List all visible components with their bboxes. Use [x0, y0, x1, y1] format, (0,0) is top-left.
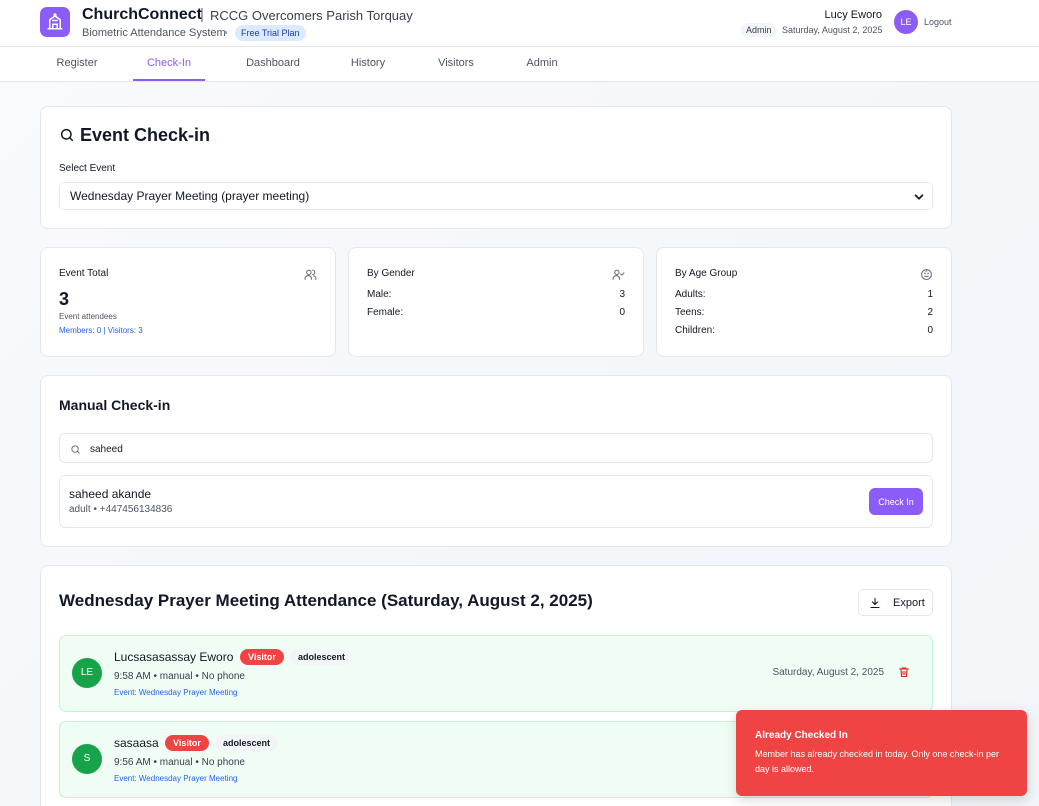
member-search	[59, 433, 933, 463]
attendee-meta: 9:56 AM • manual • No phone	[114, 757, 245, 768]
female-label: Female:	[367, 307, 404, 318]
tab-check-in[interactable]: Check-In	[133, 47, 205, 81]
member-search-input[interactable]	[90, 441, 890, 457]
export-button[interactable]: Export	[858, 589, 933, 616]
age-badge: adolescent	[290, 649, 354, 665]
app-subtitle: Biometric Attendance System	[82, 27, 226, 39]
attendance-title: Wednesday Prayer Meeting Attendance (Sat…	[59, 591, 593, 610]
tab-admin[interactable]: Admin	[515, 47, 569, 81]
manual-checkin-card: Manual Check-in saheed akande adult • +4…	[40, 375, 952, 547]
male-label: Male:	[367, 289, 392, 300]
result-name: saheed akande	[69, 487, 152, 501]
event-checkin-card: Event Check-in Select Event Wednesday Pr…	[40, 106, 952, 229]
female-count: 0	[619, 307, 625, 318]
attendee-avatar: S	[72, 744, 102, 774]
trash-icon[interactable]	[898, 666, 910, 678]
tab-dashboard[interactable]: Dashboard	[235, 47, 311, 81]
app-header: ChurchConnect | RCCG Overcomers Parish T…	[0, 0, 1039, 47]
selected-event: Wednesday Prayer Meeting (prayer meeting…	[70, 189, 310, 203]
chevron-down-icon	[914, 194, 924, 200]
attendee-meta: 9:58 AM • manual • No phone	[114, 671, 245, 682]
logout-button[interactable]: Logout	[924, 17, 952, 27]
event-total-card: Event Total 3 Event attendees Members: 0…	[40, 247, 336, 357]
adults-label: Adults:	[675, 289, 706, 300]
event-total-caption: Event attendees	[59, 312, 117, 321]
check-in-button[interactable]: Check In	[869, 488, 923, 515]
attendee-avatar: LE	[72, 658, 102, 688]
select-event-label: Select Event	[59, 163, 116, 174]
tab-register[interactable]: Register	[40, 47, 114, 81]
event-total-value: 3	[59, 289, 70, 309]
manual-checkin-title: Manual Check-in	[59, 397, 171, 413]
members-visitors-breakdown: Members: 0 | Visitors: 3	[59, 326, 143, 335]
result-meta: adult • +447456134836	[69, 504, 173, 515]
gender-label: By Gender	[367, 268, 415, 279]
attendee-name: sasaasa	[114, 736, 159, 750]
user-avatar[interactable]: LE	[894, 10, 918, 34]
main-nav: Register Check-In Dashboard History Visi…	[0, 47, 1039, 82]
export-label: Export	[893, 597, 925, 609]
error-toast[interactable]: Already Checked In Member has already ch…	[736, 710, 1027, 796]
visitor-badge: Visitor	[165, 735, 209, 751]
brand-name: ChurchConnect	[82, 6, 202, 23]
user-check-icon	[612, 269, 625, 280]
search-icon	[60, 128, 74, 142]
search-result: saheed akande adult • +447456134836 Chec…	[59, 475, 933, 528]
teens-label: Teens:	[675, 307, 705, 318]
children-count: 0	[927, 325, 933, 336]
event-total-label: Event Total	[59, 268, 109, 279]
attendee-event: Event: Wednesday Prayer Meeting	[114, 688, 238, 697]
subtitle-dot: •	[224, 27, 228, 39]
attendee-event: Event: Wednesday Prayer Meeting	[114, 774, 238, 783]
age-group-card: By Age Group Adults: 1 Teens: 2 Children…	[656, 247, 952, 357]
church-icon	[47, 13, 63, 30]
attendee-name: Lucsasasassay Eworo	[114, 650, 234, 664]
plan-badge: Free Trial Plan	[235, 25, 306, 41]
church-name: RCCG Overcomers Parish Torquay	[210, 8, 413, 23]
tab-history[interactable]: History	[338, 47, 398, 81]
children-label: Children:	[675, 325, 716, 336]
male-count: 3	[619, 289, 625, 300]
user-name: Lucy Eworo	[824, 9, 882, 21]
header-date: Saturday, August 2, 2025	[782, 25, 883, 35]
toast-title: Already Checked In	[755, 730, 848, 741]
users-icon	[304, 269, 317, 280]
adults-count: 1	[927, 289, 933, 300]
event-select[interactable]: Wednesday Prayer Meeting (prayer meeting…	[59, 182, 933, 210]
search-icon	[71, 445, 80, 454]
event-checkin-title: Event Check-in	[80, 125, 211, 145]
download-icon	[870, 597, 880, 609]
role-badge: Admin	[741, 23, 777, 37]
attendance-row: LE Lucsasasassay Eworo Visitor adolescen…	[59, 635, 933, 712]
toast-message: Member has already checked in today. Onl…	[755, 749, 999, 774]
gender-card: By Gender Male: 3 Female: 0	[348, 247, 644, 357]
visitor-badge: Visitor	[240, 649, 284, 665]
attendee-date: Saturday, August 2, 2025	[772, 667, 884, 678]
age-badge: adolescent	[215, 735, 279, 751]
brand-separator: |	[200, 6, 204, 23]
tab-visitors[interactable]: Visitors	[425, 47, 487, 81]
age-group-label: By Age Group	[675, 268, 738, 279]
teens-count: 2	[927, 307, 933, 318]
baby-icon	[921, 269, 932, 280]
church-logo	[40, 7, 70, 37]
